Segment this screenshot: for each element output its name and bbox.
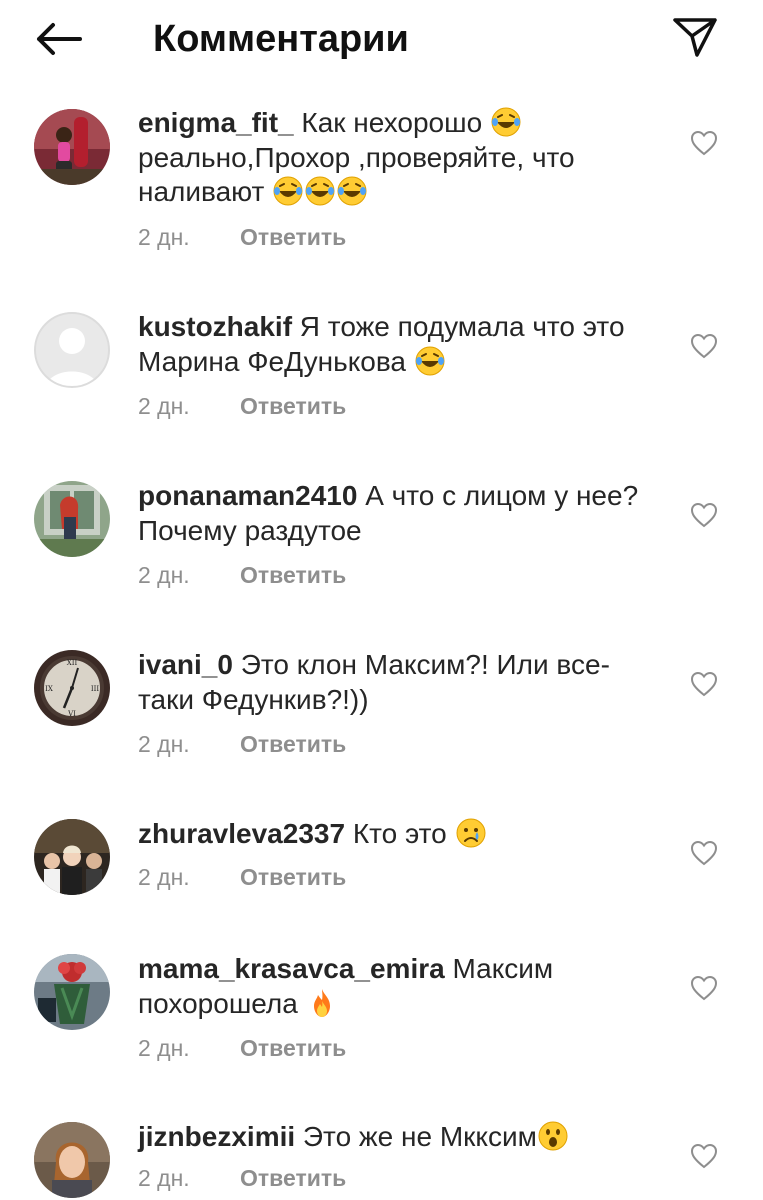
header: Комментарии xyxy=(0,0,763,80)
avatar[interactable] xyxy=(34,312,110,388)
laughing-tears-emoji-icon xyxy=(490,106,522,138)
heart-icon xyxy=(690,130,718,156)
comment-meta: 2 дн. Ответить xyxy=(138,391,658,421)
reply-button[interactable]: Ответить xyxy=(240,1163,346,1193)
comment-username[interactable]: mama_krasavca_emira xyxy=(138,953,445,984)
paper-plane-icon xyxy=(673,18,717,57)
laughing-tears-emoji-icon xyxy=(304,175,336,207)
like-button[interactable] xyxy=(688,973,720,1003)
svg-text:VI: VI xyxy=(67,710,76,718)
comment-text: kustozhakif Я тоже подумала что это Мари… xyxy=(138,311,625,377)
like-button[interactable] xyxy=(688,1141,720,1171)
like-button[interactable] xyxy=(688,331,720,361)
avatar[interactable] xyxy=(34,954,110,1030)
reply-button[interactable]: Ответить xyxy=(240,391,346,421)
comment-meta: 2 дн. Ответить xyxy=(138,862,658,892)
arrow-left-icon xyxy=(37,23,82,55)
like-button[interactable] xyxy=(688,500,720,530)
comment-text: zhuravleva2337 Кто это xyxy=(138,817,658,852)
avatar[interactable]: XII III VI IX xyxy=(34,650,110,726)
heart-icon xyxy=(690,502,718,528)
comment-time: 2 дн. xyxy=(138,562,190,588)
comment-username[interactable]: ponanaman2410 xyxy=(138,480,357,511)
back-button[interactable] xyxy=(30,14,86,64)
comment-time: 2 дн. xyxy=(138,731,190,757)
fire-emoji-icon xyxy=(306,987,338,1019)
comment-meta: 2 дн. Ответить xyxy=(138,222,658,252)
reply-button[interactable]: Ответить xyxy=(240,862,346,892)
comment-username[interactable]: enigma_fit_ xyxy=(138,107,294,138)
comment-meta: 2 дн. Ответить xyxy=(138,729,658,759)
reply-button[interactable]: Ответить xyxy=(240,222,346,252)
comment-text: jiznbezximii Это же не Мкксим xyxy=(138,1120,658,1155)
avatar[interactable] xyxy=(34,1122,110,1198)
comment-time: 2 дн. xyxy=(138,393,190,419)
avatar[interactable] xyxy=(34,109,110,185)
crying-face-emoji-icon xyxy=(455,817,487,849)
laughing-tears-emoji-icon xyxy=(414,345,446,377)
comment-time: 2 дн. xyxy=(138,1035,190,1061)
like-button[interactable] xyxy=(688,838,720,868)
comment-text: ivani_0 Это клон Максим?! Или все-таки Ф… xyxy=(138,649,610,715)
comment-text: ponanaman2410 А что с лицом у нее? Почем… xyxy=(138,480,639,546)
like-button[interactable] xyxy=(688,669,720,699)
like-button[interactable] xyxy=(688,128,720,158)
send-button[interactable] xyxy=(668,12,722,62)
avatar[interactable] xyxy=(34,819,110,895)
comment-username[interactable]: zhuravleva2337 xyxy=(138,818,345,849)
comment-text: enigma_fit_ Как нехорошо реально,Прохор … xyxy=(138,106,575,207)
heart-icon xyxy=(690,333,718,359)
heart-icon xyxy=(690,671,718,697)
laughing-tears-emoji-icon xyxy=(272,175,304,207)
comment-meta: 2 дн. Ответить xyxy=(138,560,658,590)
reply-button[interactable]: Ответить xyxy=(240,729,346,759)
comment-meta: 2 дн. Ответить xyxy=(138,1163,658,1193)
svg-text:III: III xyxy=(91,685,100,693)
comment-time: 2 дн. xyxy=(138,223,190,250)
heart-icon xyxy=(690,840,718,866)
heart-icon xyxy=(690,975,718,1001)
svg-text:XII: XII xyxy=(67,659,78,667)
reply-button[interactable]: Ответить xyxy=(240,560,346,590)
comment-meta: 2 дн. Ответить xyxy=(138,1033,658,1063)
comment-username[interactable]: ivani_0 xyxy=(138,649,233,680)
comment-time: 2 дн. xyxy=(138,1164,190,1191)
svg-text:IX: IX xyxy=(45,685,53,693)
avatar[interactable] xyxy=(34,481,110,557)
comment-username[interactable]: jiznbezximii xyxy=(138,1121,295,1152)
heart-icon xyxy=(690,1143,718,1169)
comment-time: 2 дн. xyxy=(138,863,190,890)
laughing-tears-emoji-icon xyxy=(336,175,368,207)
comment-username[interactable]: kustozhakif xyxy=(138,311,292,342)
reply-button[interactable]: Ответить xyxy=(240,1033,346,1063)
comment-text: mama_krasavca_emira Максим похорошела xyxy=(138,953,554,1019)
page-title: Комментарии xyxy=(153,18,409,60)
astonished-face-emoji-icon xyxy=(537,1120,569,1152)
